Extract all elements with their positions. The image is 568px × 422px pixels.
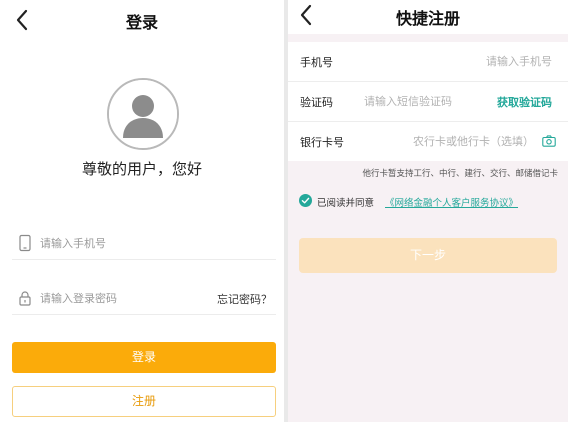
agreement-link[interactable]: 《网络金融个人客户服务协议》 [385, 195, 518, 209]
login-screen: 登录 尊敬的用户，您好 忘记密码？ 登录 注册 [0, 0, 284, 422]
check-circle-icon[interactable] [299, 194, 312, 207]
register-screen: 快捷注册 手机号 验证码 获取验证码 银行卡号 他行卡暂支持工行、中行、建行、交… [288, 0, 568, 422]
user-avatar-icon [107, 78, 179, 150]
phone-input[interactable] [40, 230, 220, 256]
code-row: 验证码 获取验证码 [288, 81, 568, 119]
mobile-phone-icon [18, 234, 32, 252]
forgot-password-link[interactable]: 忘记密码？ [217, 291, 272, 307]
bank-card-row: 银行卡号 [288, 121, 568, 159]
page-title: 登录 [125, 13, 158, 32]
screen-frame: 登录 尊敬的用户，您好 忘记密码？ 登录 注册 [0, 0, 568, 422]
code-label: 验证码 [300, 96, 333, 109]
phone-input[interactable] [382, 51, 552, 71]
password-input[interactable] [40, 285, 220, 311]
login-button[interactable]: 登录 [12, 342, 276, 373]
bank-card-label: 银行卡号 [300, 136, 344, 149]
password-field: 忘记密码？ [12, 281, 276, 315]
register-button[interactable]: 注册 [12, 386, 276, 417]
bank-support-note: 他行卡暂支持工行、中行、建行、交行、邮储借记卡 [362, 169, 558, 179]
get-code-button[interactable]: 获取验证码 [497, 94, 552, 110]
sms-code-input[interactable] [364, 91, 476, 111]
agreement-prefix: 已阅读并同意 [317, 198, 375, 209]
register-form: 手机号 验证码 获取验证码 银行卡号 [288, 42, 568, 161]
camera-icon[interactable] [542, 135, 556, 147]
greeting-text: 尊敬的用户，您好 [81, 160, 202, 178]
login-nav-bar: 登录 [0, 0, 284, 40]
bank-card-input[interactable] [384, 131, 534, 151]
page-title: 快捷注册 [395, 9, 460, 28]
phone-row: 手机号 [288, 42, 568, 80]
phone-label: 手机号 [300, 56, 333, 69]
divider [288, 34, 568, 42]
register-nav-bar: 快捷注册 [288, 0, 568, 34]
lock-icon [18, 289, 32, 307]
next-step-button[interactable]: 下一步 [299, 238, 557, 273]
phone-field [12, 226, 276, 260]
